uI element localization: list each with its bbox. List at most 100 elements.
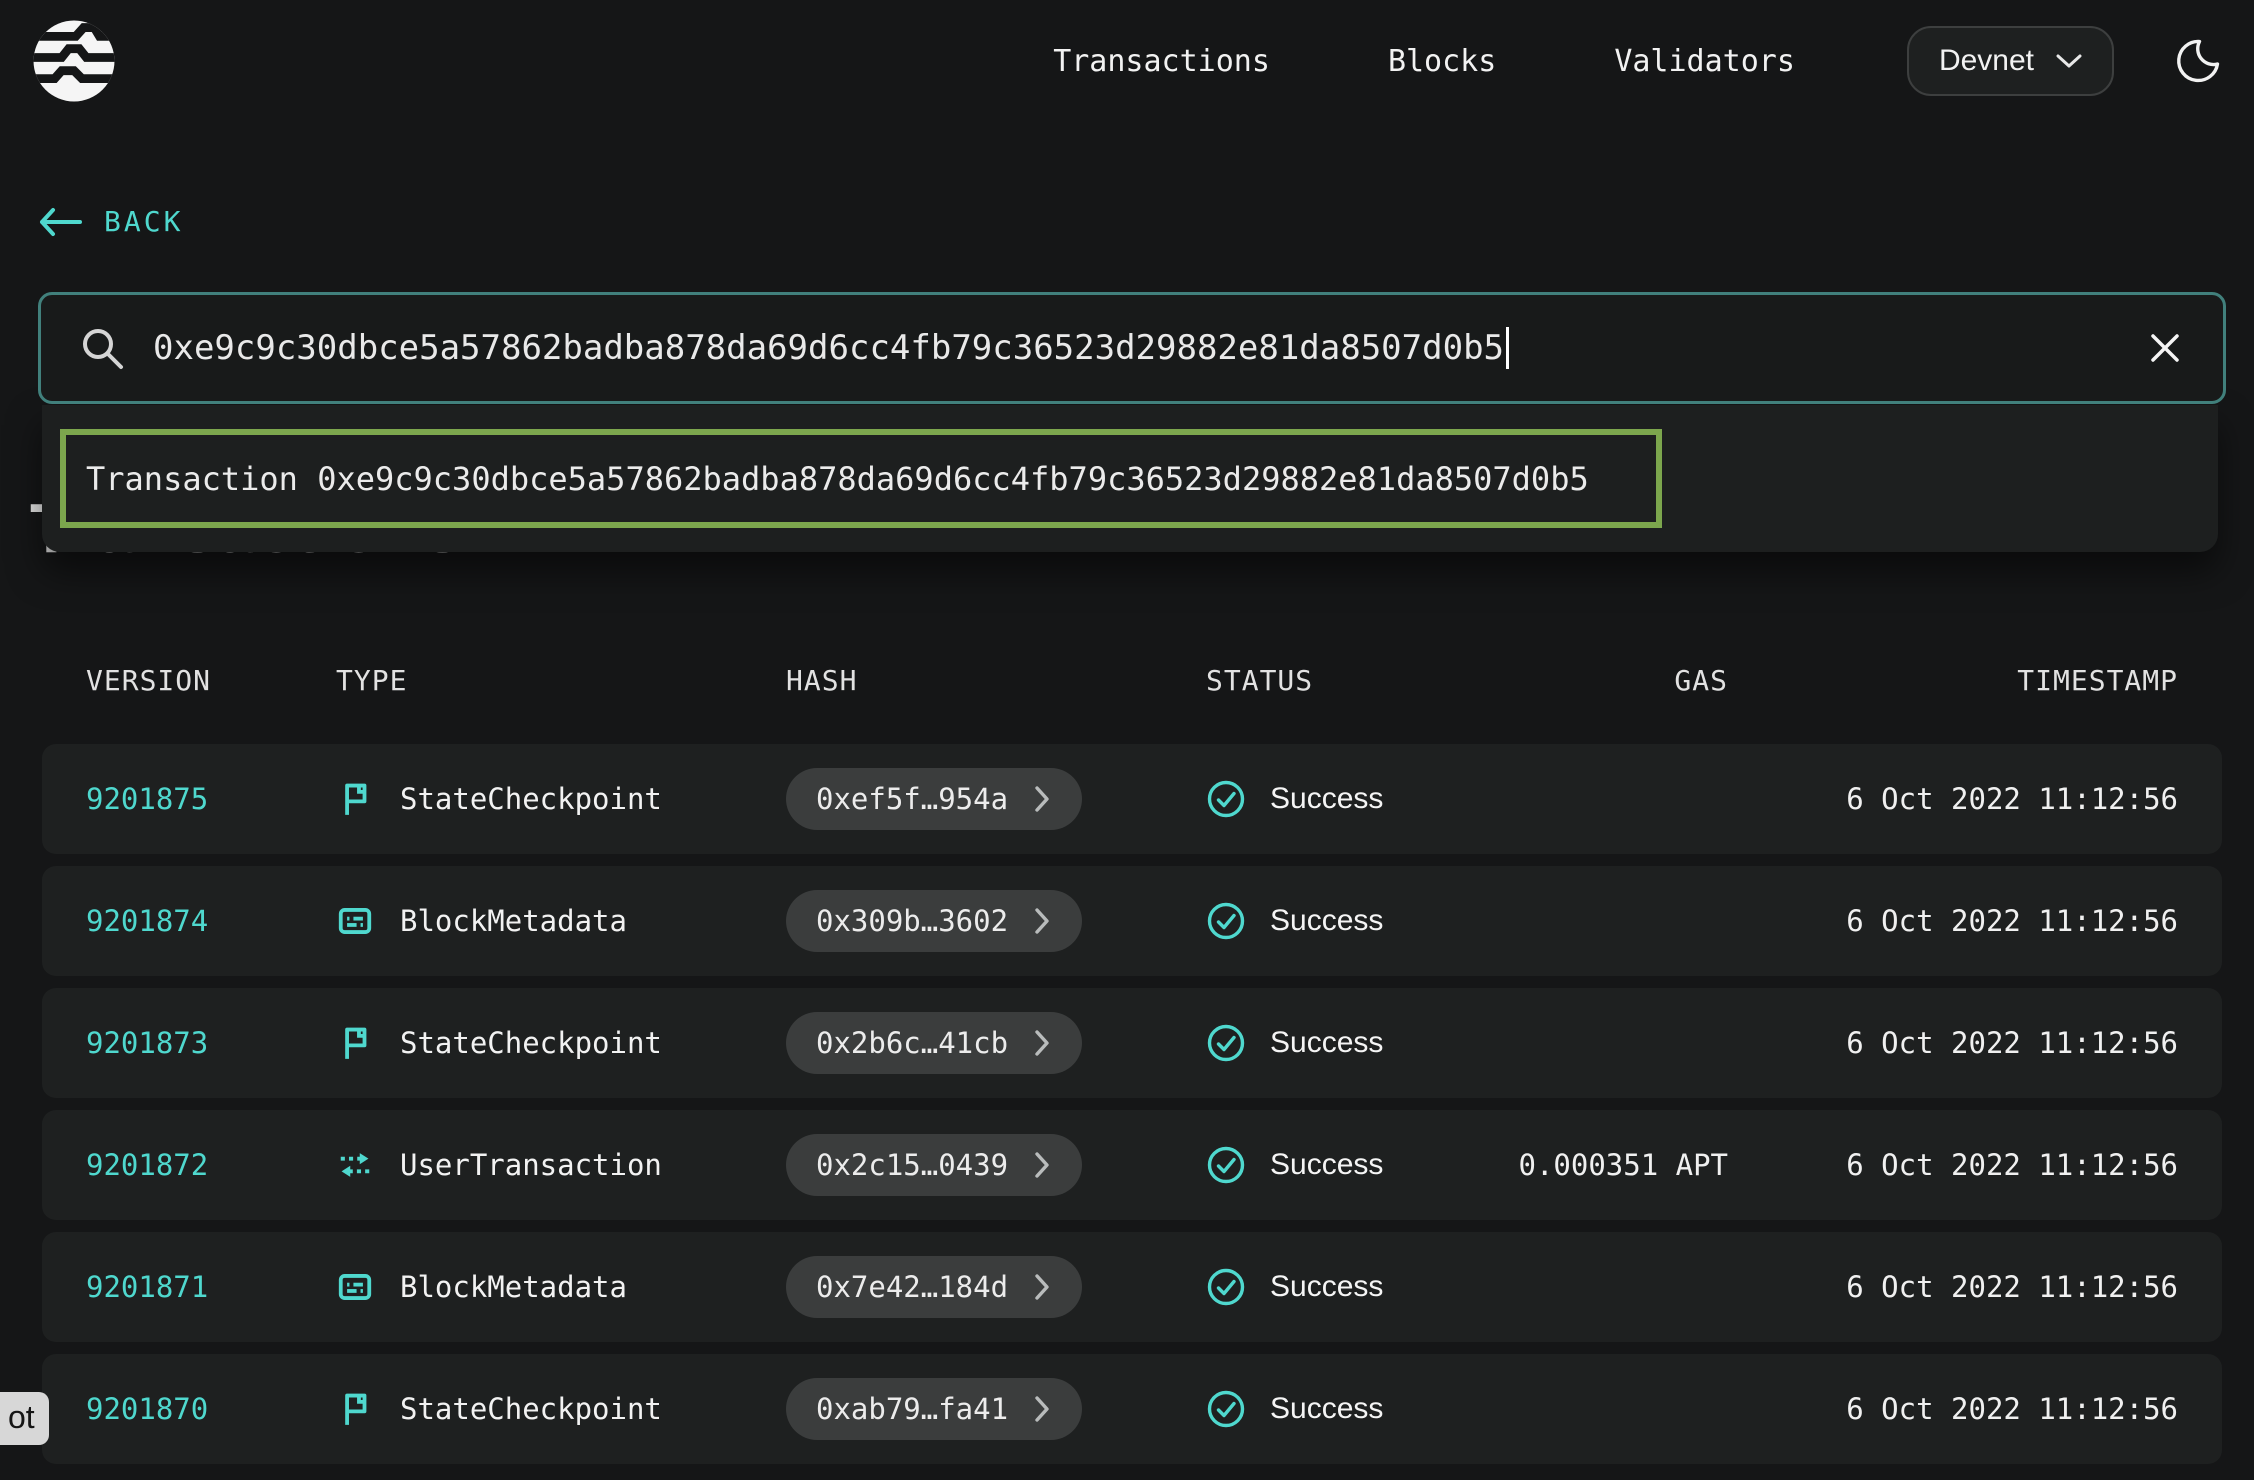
- hash-cell: 0x2b6c…41cb: [786, 1012, 1206, 1074]
- timestamp-cell: 6 Oct 2022 11:12:56: [1728, 1392, 2178, 1426]
- version-link[interactable]: 9201871: [86, 1270, 336, 1304]
- table-row[interactable]: 9201874 BlockMetadata 0x309b…3602: [42, 866, 2222, 976]
- search-icon: [79, 325, 125, 371]
- hash-cell: 0x2c15…0439: [786, 1134, 1206, 1196]
- type-cell: StateCheckpoint: [336, 780, 786, 818]
- version-link[interactable]: 9201873: [86, 1026, 336, 1060]
- timestamp-cell: 6 Oct 2022 11:12:56: [1728, 1270, 2178, 1304]
- chevron-right-icon: [1032, 1150, 1052, 1180]
- status-label: Success: [1270, 1270, 1383, 1304]
- search-input[interactable]: 0xe9c9c30dbce5a57862badba878da69d6cc4fb7…: [153, 328, 1504, 368]
- network-selector-button[interactable]: Devnet: [1907, 26, 2114, 96]
- timestamp-cell: 6 Oct 2022 11:12:56: [1728, 782, 2178, 816]
- search-results-dropdown: Transaction 0xe9c9c30dbce5a57862badba878…: [42, 405, 2218, 552]
- success-check-icon: [1206, 1145, 1246, 1185]
- column-header-timestamp: TIMESTAMP: [1728, 664, 2178, 697]
- column-header-status: STATUS: [1206, 664, 1518, 697]
- hash-cell: 0xab79…fa41: [786, 1378, 1206, 1440]
- hash-label: 0x2c15…0439: [816, 1148, 1008, 1182]
- hash-cell: 0x7e42…184d: [786, 1256, 1206, 1318]
- top-navigation: Transactions Blocks Validators Devnet: [0, 0, 2254, 122]
- column-header-version: VERSION: [86, 664, 336, 697]
- status-label: Success: [1270, 1148, 1383, 1182]
- version-link[interactable]: 9201874: [86, 904, 336, 938]
- status-label: Success: [1270, 782, 1383, 816]
- hash-pill-button[interactable]: 0xef5f…954a: [786, 768, 1082, 830]
- timestamp-cell: 6 Oct 2022 11:12:56: [1728, 904, 2178, 938]
- network-selector-label: Devnet: [1939, 44, 2034, 78]
- version-link[interactable]: 9201870: [86, 1392, 336, 1426]
- hash-pill-button[interactable]: 0x7e42…184d: [786, 1256, 1082, 1318]
- chevron-right-icon: [1032, 1394, 1052, 1424]
- hash-pill-button[interactable]: 0x2b6c…41cb: [786, 1012, 1082, 1074]
- table-row[interactable]: 9201871 BlockMetadata 0x7e42…184d: [42, 1232, 2222, 1342]
- arrow-left-icon: [38, 207, 82, 237]
- moon-icon: [2174, 37, 2222, 85]
- clear-search-button[interactable]: [2145, 328, 2185, 368]
- status-label: Success: [1270, 1026, 1383, 1060]
- block-metadata-icon: [336, 1268, 374, 1306]
- column-header-hash: HASH: [786, 664, 1206, 697]
- success-check-icon: [1206, 779, 1246, 819]
- flag-icon: [336, 1390, 374, 1428]
- search-bar[interactable]: 0xe9c9c30dbce5a57862badba878da69d6cc4fb7…: [38, 292, 2226, 404]
- flag-icon: [336, 780, 374, 818]
- hash-cell: 0x309b…3602: [786, 890, 1206, 952]
- success-check-icon: [1206, 1023, 1246, 1063]
- transactions-table-body: 9201875 StateCheckpoint 0xef5f…954a: [42, 744, 2222, 1476]
- chevron-right-icon: [1032, 906, 1052, 936]
- hash-label: 0x7e42…184d: [816, 1270, 1008, 1304]
- type-label: StateCheckpoint: [400, 1026, 662, 1060]
- status-cell: Success: [1206, 901, 1518, 941]
- status-label: Success: [1270, 1392, 1383, 1426]
- table-row[interactable]: 9201870 StateCheckpoint 0xab79…fa41: [42, 1354, 2222, 1464]
- status-cell: Success: [1206, 779, 1518, 819]
- hash-cell: 0xef5f…954a: [786, 768, 1206, 830]
- type-label: BlockMetadata: [400, 904, 627, 938]
- table-row[interactable]: 9201872 UserTransaction 0x2c15…0439: [42, 1110, 2222, 1220]
- status-label: Success: [1270, 904, 1383, 938]
- type-label: StateCheckpoint: [400, 1392, 662, 1426]
- type-cell: StateCheckpoint: [336, 1390, 786, 1428]
- block-metadata-icon: [336, 902, 374, 940]
- nav-link-transactions[interactable]: Transactions: [1053, 44, 1270, 79]
- hash-pill-button[interactable]: 0x309b…3602: [786, 890, 1082, 952]
- close-icon: [2148, 331, 2182, 365]
- success-check-icon: [1206, 1389, 1246, 1429]
- chevron-right-icon: [1032, 784, 1052, 814]
- type-label: BlockMetadata: [400, 1270, 627, 1304]
- column-header-gas: GAS: [1518, 664, 1728, 697]
- text-cursor: [1506, 327, 1509, 369]
- nav-links: Transactions Blocks Validators: [1053, 44, 1795, 79]
- aptos-logo-icon[interactable]: [30, 17, 118, 105]
- gas-cell: 0.000351 APT: [1518, 1148, 1728, 1182]
- type-cell: BlockMetadata: [336, 902, 786, 940]
- hash-pill-button[interactable]: 0x2c15…0439: [786, 1134, 1082, 1196]
- nav-link-validators[interactable]: Validators: [1614, 44, 1795, 79]
- hash-label: 0x2b6c…41cb: [816, 1026, 1008, 1060]
- column-header-type: TYPE: [336, 664, 786, 697]
- table-row[interactable]: 9201875 StateCheckpoint 0xef5f…954a: [42, 744, 2222, 854]
- hash-label: 0xef5f…954a: [816, 782, 1008, 816]
- hash-pill-button[interactable]: 0xab79…fa41: [786, 1378, 1082, 1440]
- type-cell: StateCheckpoint: [336, 1024, 786, 1062]
- back-button[interactable]: BACK: [38, 205, 183, 238]
- version-link[interactable]: 9201875: [86, 782, 336, 816]
- version-link[interactable]: 9201872: [86, 1148, 336, 1182]
- success-check-icon: [1206, 901, 1246, 941]
- back-label: BACK: [104, 205, 183, 238]
- status-cell: Success: [1206, 1389, 1518, 1429]
- table-row[interactable]: 9201873 StateCheckpoint 0x2b6c…41cb: [42, 988, 2222, 1098]
- nav-link-blocks[interactable]: Blocks: [1388, 44, 1496, 79]
- status-cell: Success: [1206, 1267, 1518, 1307]
- type-cell: UserTransaction: [336, 1146, 786, 1184]
- flag-icon: [336, 1024, 374, 1062]
- type-label: StateCheckpoint: [400, 782, 662, 816]
- search-suggestion-transaction[interactable]: Transaction 0xe9c9c30dbce5a57862badba878…: [60, 429, 1662, 528]
- dark-mode-toggle[interactable]: [2172, 35, 2224, 87]
- hash-label: 0xab79…fa41: [816, 1392, 1008, 1426]
- timestamp-cell: 6 Oct 2022 11:12:56: [1728, 1026, 2178, 1060]
- hash-label: 0x309b…3602: [816, 904, 1008, 938]
- timestamp-cell: 6 Oct 2022 11:12:56: [1728, 1148, 2178, 1182]
- type-cell: BlockMetadata: [336, 1268, 786, 1306]
